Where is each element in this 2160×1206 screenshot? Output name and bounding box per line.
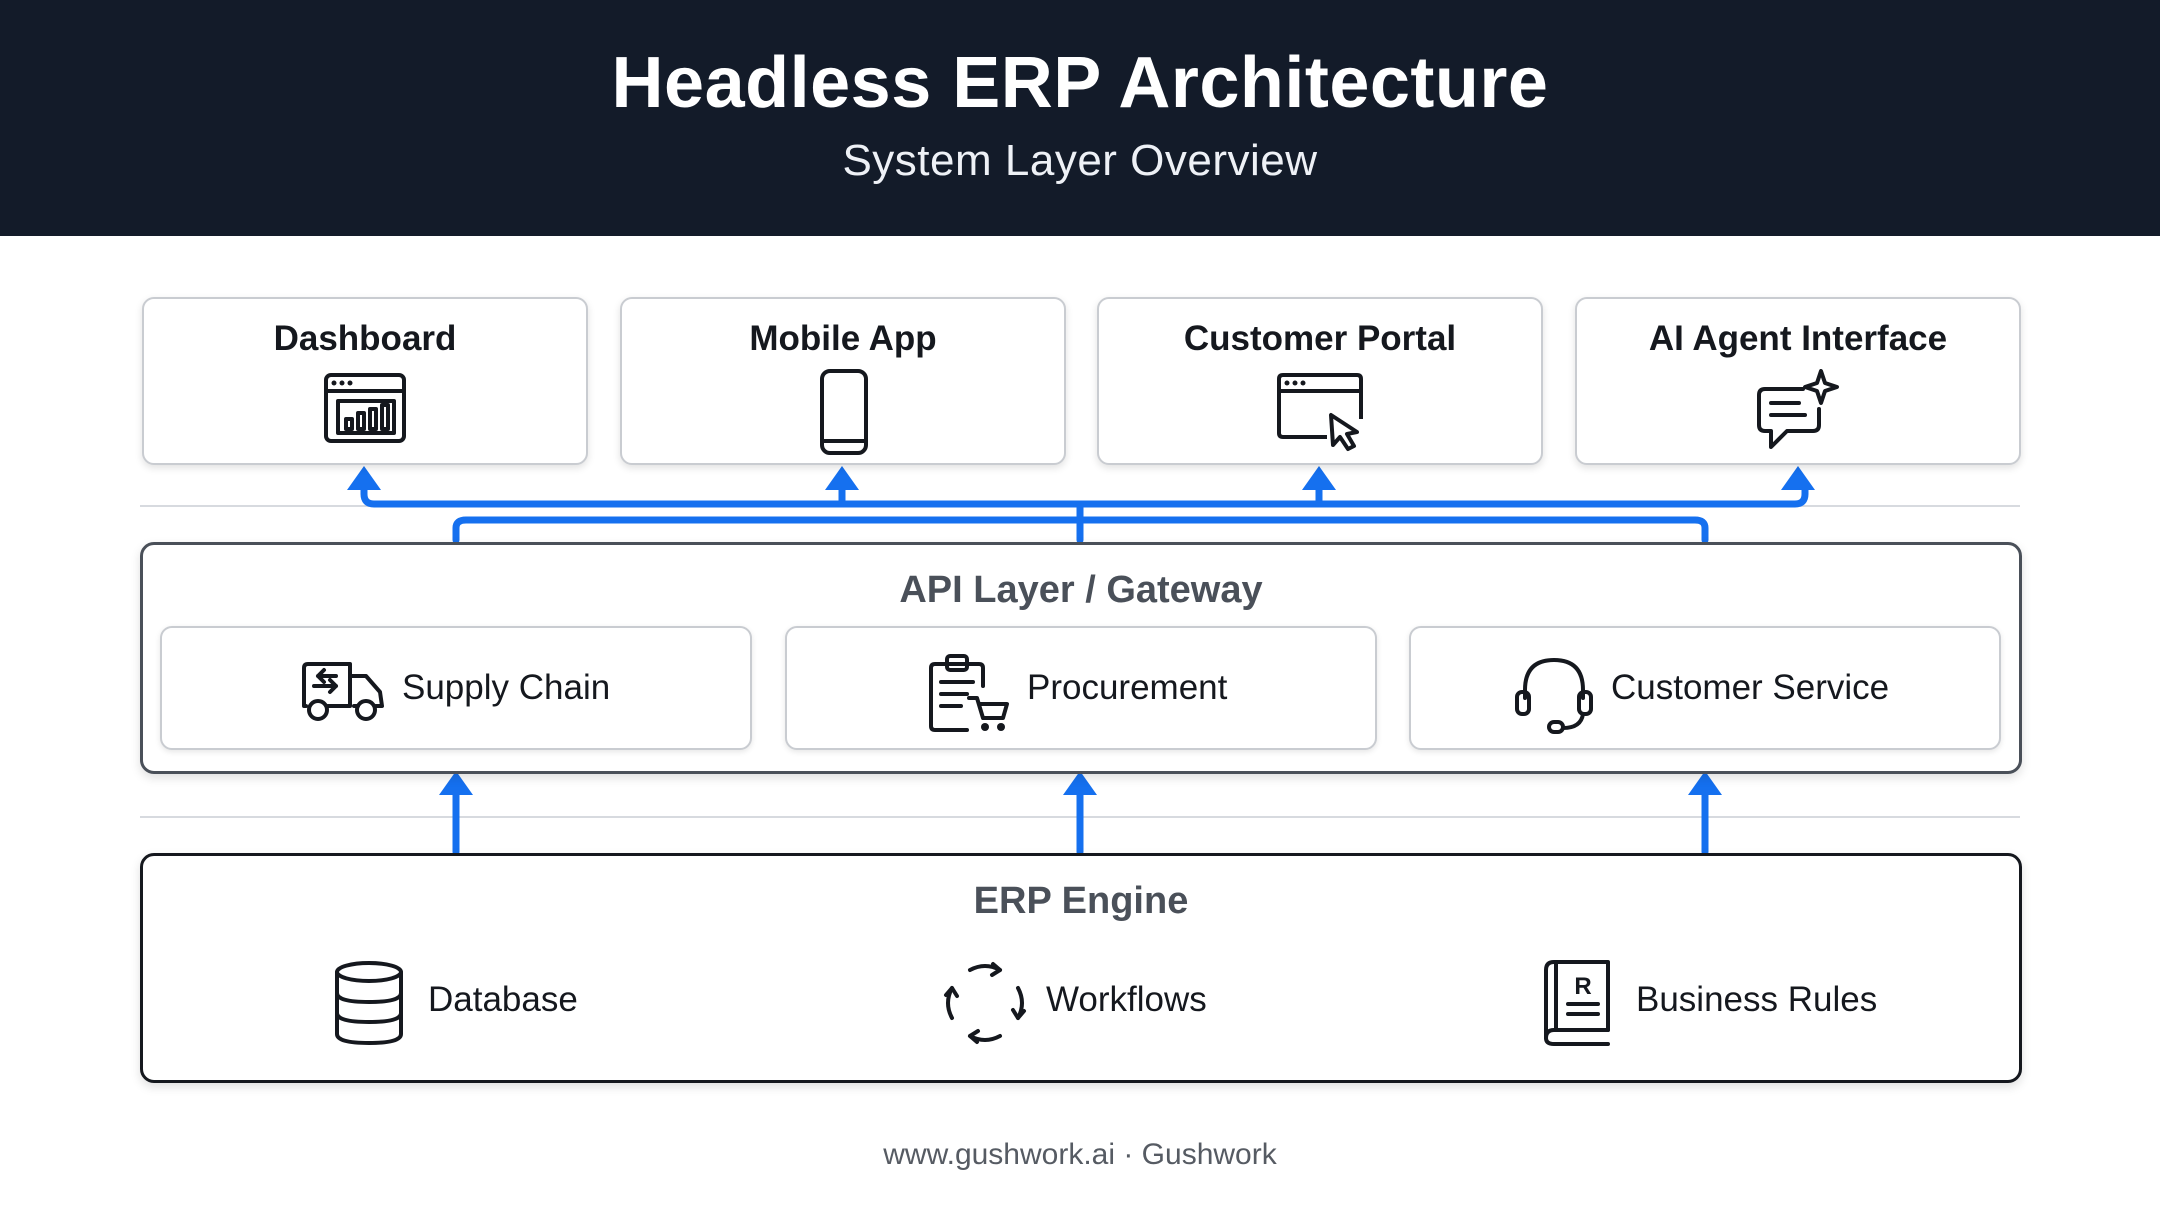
module-label: Procurement [1027, 668, 1228, 707]
database-icon [335, 961, 403, 1046]
engine-item-label: Database [428, 980, 578, 1019]
delivery-truck-icon [302, 662, 384, 721]
footer-credit: www.gushwork.ai · Gushwork [883, 1138, 1277, 1171]
dashboard-chart-icon [324, 373, 406, 443]
cycle-arrows-icon [944, 962, 1026, 1044]
module-label: Supply Chain [402, 668, 611, 707]
card-mobile-app: Mobile App [620, 297, 1066, 465]
card-dashboard: Dashboard [142, 297, 588, 465]
module-customer-service: Customer Service [1409, 626, 2001, 750]
engine-item-database: Database [332, 948, 632, 1058]
rule-book-icon: R [1544, 960, 1610, 1046]
card-label: Customer Portal [1183, 319, 1457, 358]
erp-engine-title: ERP Engine [973, 880, 1189, 922]
card-ai-agent-interface: AI Agent Interface [1575, 297, 2021, 465]
engine-item-label: Business Rules [1636, 980, 1878, 1019]
chat-sparkle-icon [1757, 369, 1839, 449]
card-customer-portal: Customer Portal [1097, 297, 1543, 465]
card-label: Dashboard [273, 319, 457, 358]
headset-icon [1515, 658, 1593, 734]
card-label: AI Agent Interface [1648, 319, 1948, 358]
engine-item-business-rules: R Business Rules [1540, 948, 1900, 1058]
module-procurement: Procurement [785, 626, 1377, 750]
card-label: Mobile App [749, 319, 937, 358]
api-layer-title: API Layer / Gateway [899, 569, 1263, 611]
browser-cursor-icon [1277, 373, 1363, 451]
module-supply-chain: Supply Chain [160, 626, 752, 750]
clipboard-cart-icon [929, 654, 1009, 732]
engine-item-label: Workflows [1046, 980, 1207, 1019]
module-label: Customer Service [1611, 668, 1890, 707]
engine-item-workflows: Workflows [940, 948, 1240, 1058]
svg-text:R: R [1574, 973, 1591, 1000]
mobile-phone-icon [820, 369, 868, 455]
